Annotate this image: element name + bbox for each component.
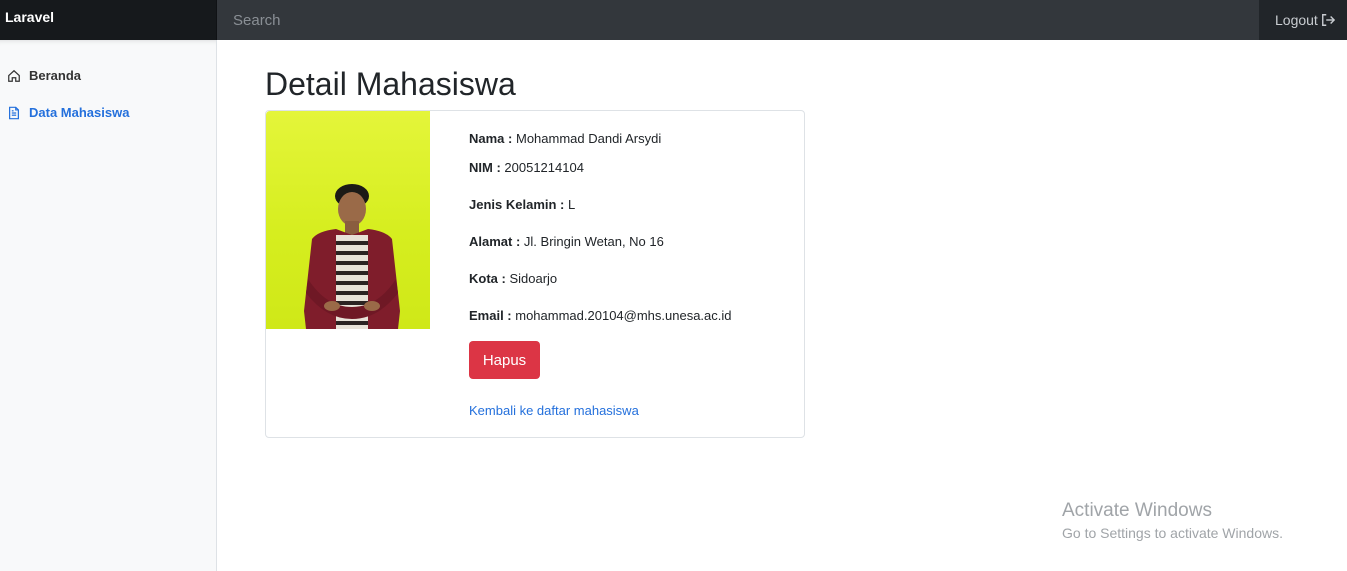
brand-logo[interactable]: Laravel xyxy=(0,0,217,40)
nim-value: 20051214104 xyxy=(504,160,584,175)
home-icon xyxy=(8,69,20,82)
nama-value: Mohammad Dandi Arsydi xyxy=(515,131,662,146)
sidebar-item-label: Beranda xyxy=(29,68,82,83)
nama-row: Nama : Mohammad Dandi Arsydi xyxy=(469,131,661,146)
jenis-kelamin-label: Jenis Kelamin : xyxy=(469,197,565,212)
nim-row: NIM : 20051214104 xyxy=(469,160,584,175)
nim-label: NIM : xyxy=(469,160,501,175)
main-content: Detail Mahasiswa Nama: Mohammad Dandi A… xyxy=(217,40,1347,571)
sidebar-item-data-mahasiswa[interactable]: Data Mahasiswa xyxy=(0,94,216,131)
email-value: mohammad.20104@mhs.unesa.ac.id xyxy=(515,308,732,323)
sidebar-item-beranda[interactable]: Beranda xyxy=(0,57,216,94)
jenis-kelamin-row: Jenis Kelamin : L xyxy=(469,197,575,212)
jenis-kelamin-value: L xyxy=(568,197,576,212)
email-label: Email : xyxy=(469,308,512,323)
alamat-value: Jl. Bringin Wetan, No 16 xyxy=(523,234,664,249)
logout-button[interactable]: Logout xyxy=(1259,0,1347,40)
file-text-icon xyxy=(9,106,19,119)
student-photo xyxy=(266,111,430,329)
delete-button[interactable]: Hapus xyxy=(469,341,540,379)
windows-activation-watermark: Activate Windows Go to Settings to activ… xyxy=(1062,500,1283,541)
alamat-row: Alamat : Jl. Bringin Wetan, No 16 xyxy=(469,234,664,249)
kota-row: Kota : Sidoarjo xyxy=(469,271,557,286)
logout-label: Logout xyxy=(1275,12,1318,28)
watermark-subtitle: Go to Settings to activate Windows. xyxy=(1062,525,1283,541)
nama-label: Nama : xyxy=(469,131,513,146)
email-row: Email : mohammad.20104@mhs.unesa.ac.id xyxy=(469,308,732,323)
sidebar: Beranda Data Mahasiswa xyxy=(0,40,217,571)
search-input[interactable] xyxy=(217,0,1259,40)
student-detail-card: Nama : Mohammad Dandi Arsydi NIM : 20051… xyxy=(265,110,805,438)
back-to-list-link[interactable]: Kembali ke daftar mahasiswa xyxy=(469,403,639,418)
page-title: Detail Mahasiswa xyxy=(265,66,516,102)
watermark-title: Activate Windows xyxy=(1062,500,1212,521)
kota-value: Sidoarjo xyxy=(509,271,558,286)
top-navbar: Laravel Logout xyxy=(0,0,1347,40)
alamat-label: Alamat : xyxy=(469,234,521,249)
logout-icon xyxy=(1321,14,1335,26)
kota-label: Kota : xyxy=(469,271,506,286)
sidebar-item-label: Data Mahasiswa xyxy=(29,105,130,120)
